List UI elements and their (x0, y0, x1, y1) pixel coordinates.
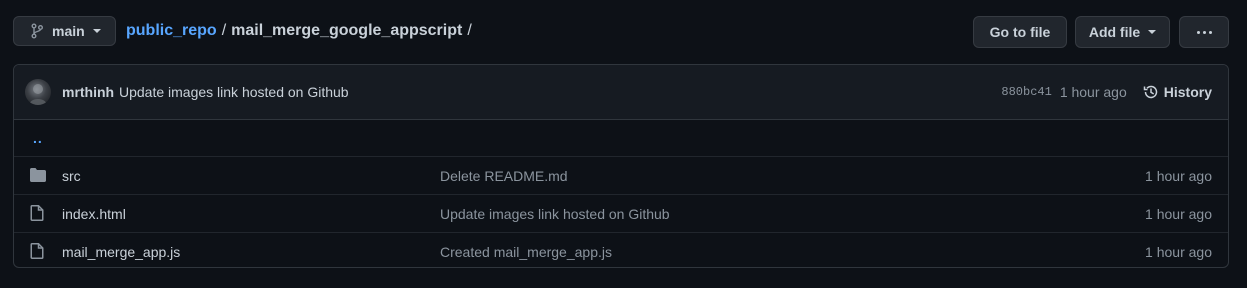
folder-icon (30, 168, 46, 182)
breadcrumb: public_repo / mail_merge_google_appscrip… (126, 16, 472, 46)
file-name-link[interactable]: mail_merge_app.js (62, 244, 180, 260)
branch-name: main (52, 23, 85, 39)
breadcrumb-separator: / (221, 22, 227, 39)
file-name-link[interactable]: src (62, 168, 81, 184)
file-commit-time: 1 hour ago (1145, 205, 1212, 222)
commit-meta: 880bc41 1 hour ago History (1001, 84, 1212, 100)
go-to-file-button[interactable]: Go to file (973, 16, 1067, 48)
file-row[interactable]: index.html Update images link hosted on … (14, 194, 1228, 232)
history-link[interactable]: History (1143, 84, 1212, 100)
file-icon (30, 243, 44, 259)
file-commit-time: 1 hour ago (1145, 167, 1212, 184)
commit-message-link[interactable]: Update images link hosted on Github (119, 84, 349, 100)
file-commit-message-link[interactable]: Created mail_merge_app.js (440, 244, 612, 260)
file-commit-message-link[interactable]: Delete README.md (440, 168, 568, 184)
history-icon (1143, 85, 1158, 99)
parent-directory-link[interactable]: .. (33, 130, 43, 146)
breadcrumb-repo-link[interactable]: public_repo (126, 22, 217, 40)
file-row[interactable]: src Delete README.md 1 hour ago (14, 156, 1228, 194)
file-name-link[interactable]: index.html (62, 206, 126, 222)
git-branch-icon (31, 23, 43, 39)
file-commit-message-link[interactable]: Update images link hosted on Github (440, 206, 670, 222)
top-bar: main public_repo / mail_merge_google_app… (13, 16, 1229, 48)
commit-author-link[interactable]: mrthinh (62, 84, 114, 100)
parent-directory-row[interactable]: .. (14, 120, 1228, 156)
add-file-button[interactable]: Add file (1075, 16, 1170, 48)
kebab-horizontal-icon (1196, 30, 1212, 34)
breadcrumb-current-folder: mail_merge_google_appscript (231, 22, 463, 39)
chevron-down-icon (1148, 30, 1157, 34)
file-commit-time: 1 hour ago (1145, 243, 1212, 260)
file-row[interactable]: mail_merge_app.js Created mail_merge_app… (14, 232, 1228, 267)
latest-commit-header: mrthinh Update images link hosted on Git… (14, 65, 1228, 120)
chevron-down-icon (92, 29, 101, 33)
add-file-label: Add file (1088, 24, 1141, 40)
commit-time: 1 hour ago (1059, 84, 1127, 100)
history-label: History (1163, 84, 1212, 100)
breadcrumb-trailing-separator: / (467, 22, 472, 39)
file-icon (30, 205, 44, 221)
avatar[interactable] (25, 79, 51, 105)
commit-sha-link[interactable]: 880bc41 (1001, 85, 1051, 99)
branch-selector-button[interactable]: main (13, 16, 116, 46)
file-browser: mrthinh Update images link hosted on Git… (13, 64, 1229, 268)
more-options-button[interactable] (1179, 16, 1229, 48)
